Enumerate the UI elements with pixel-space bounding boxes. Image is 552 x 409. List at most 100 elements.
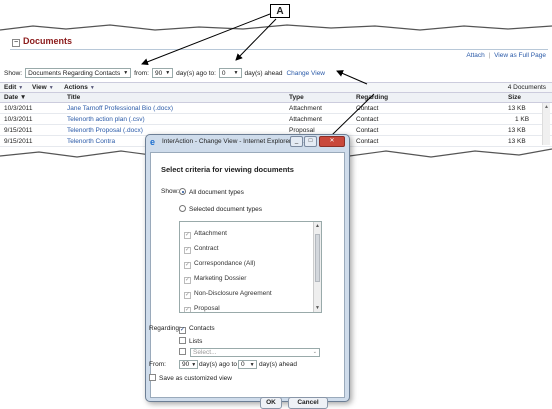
edit-menu[interactable]: Edit ▼ — [4, 84, 23, 91]
checkbox-icon[interactable]: ✓ — [184, 232, 191, 239]
checkbox-icon[interactable]: ✓ — [184, 292, 191, 299]
radio-icon[interactable] — [179, 205, 186, 212]
row-title-link[interactable]: Telenorth action plan (.csv) — [67, 116, 145, 123]
all-types-option[interactable]: All document types — [179, 188, 244, 196]
scroll-down-icon[interactable]: ▼ — [315, 305, 320, 311]
type-item[interactable]: ✓ Contract — [184, 245, 219, 254]
chevron-down-icon: ▼ — [18, 85, 24, 91]
chevron-down-icon: ⌄ — [312, 349, 317, 355]
from-label: from: — [134, 69, 149, 77]
change-view-link[interactable]: Change View — [286, 70, 325, 77]
document-types-list[interactable]: ✓ Attachment ✓ Contract ✓ Correspondance (A… — [179, 221, 322, 313]
scroll-up-icon[interactable]: ▲ — [315, 223, 320, 229]
dialog-heading: Select criteria for viewing documents — [161, 165, 294, 174]
collapse-icon[interactable]: − — [12, 39, 20, 47]
column-size[interactable]: Size — [508, 94, 521, 101]
row-date: 9/15/2011 — [4, 138, 33, 145]
selected-types-option[interactable]: Selected document types — [179, 205, 262, 213]
type-item[interactable]: ✓ Correspondance (All) — [184, 260, 255, 269]
from-days-select[interactable]: 90 ▼ — [179, 360, 198, 369]
column-type[interactable]: Type — [289, 94, 304, 101]
to-days-select[interactable]: 0 ▼ — [238, 360, 257, 369]
table-scrollbar[interactable]: ▲ — [542, 103, 550, 145]
close-button[interactable]: ✕ — [319, 136, 345, 147]
type-item[interactable]: ✓ Non-Disclosure Agreement — [184, 290, 272, 299]
maximize-button[interactable]: □ — [304, 136, 317, 147]
checkbox-icon[interactable] — [149, 374, 156, 381]
show-filter-row: Show: Documents Regarding Contacts ▼ from… — [4, 68, 325, 78]
from-days-value: 90 — [182, 361, 190, 368]
from-select[interactable]: 90 ▼ — [151, 68, 174, 78]
lists-label: Lists — [189, 338, 203, 345]
view-full-page-link[interactable]: View as Full Page — [494, 52, 546, 59]
checkbox-icon[interactable]: ✓ — [184, 247, 191, 254]
type-item[interactable]: ✓ Attachment — [184, 230, 227, 239]
row-date: 9/15/2011 — [4, 127, 33, 134]
actions-menu-label: Actions — [64, 84, 88, 91]
show-select[interactable]: Documents Regarding Contacts ▼ — [25, 68, 132, 78]
dialog-titlebar[interactable]: e InterAction - Change View - Internet E… — [146, 135, 349, 150]
scroll-thumb[interactable] — [315, 234, 320, 282]
save-custom-view-label: Save as customized view — [159, 375, 232, 382]
from-select-value: 90 — [154, 69, 163, 77]
checkbox-icon[interactable]: ✓ — [184, 277, 191, 284]
row-title-link[interactable]: Telenorth Proposal (.docx) — [67, 127, 143, 134]
checkbox-icon[interactable] — [179, 337, 186, 344]
change-view-dialog: e InterAction - Change View - Internet E… — [145, 134, 350, 409]
table-row[interactable]: 10/3/2011 Jane Tarnoff Professional Bio … — [0, 103, 552, 114]
checkbox-icon[interactable]: ✓ — [179, 327, 186, 334]
column-regarding[interactable]: Regarding — [356, 94, 388, 101]
show-label: Show: — [4, 69, 23, 77]
contacts-label: Contacts — [189, 325, 215, 332]
actions-menu[interactable]: Actions ▼ — [64, 84, 95, 91]
to-select[interactable]: 0 ▼ — [218, 68, 242, 78]
row-date: 10/3/2011 — [4, 116, 33, 123]
ok-button[interactable]: OK — [260, 397, 282, 409]
type-label: Contract — [194, 245, 219, 252]
chevron-down-icon: ▼ — [191, 362, 197, 368]
table-row[interactable]: 10/3/2011 Telenorth action plan (.csv) A… — [0, 114, 552, 125]
lists-option[interactable]: Lists — [179, 337, 202, 345]
ahead-label: day(s) ahead — [259, 361, 297, 368]
row-type: Attachment — [289, 105, 322, 112]
attach-link[interactable]: Attach — [466, 52, 484, 59]
row-title-link[interactable]: Jane Tarnoff Professional Bio (.docx) — [67, 105, 173, 112]
view-menu[interactable]: View ▼ — [32, 84, 54, 91]
row-title-link[interactable]: Telenorth Contra — [67, 138, 115, 145]
contacts-option[interactable]: ✓ Contacts — [179, 325, 215, 334]
column-title[interactable]: Title — [67, 94, 80, 101]
cancel-button[interactable]: Cancel — [288, 397, 328, 409]
checkbox-icon[interactable]: ✓ — [184, 307, 191, 312]
edit-menu-label: Edit — [4, 84, 17, 91]
row-size: 1 KB — [515, 116, 530, 123]
regarding-label: Regarding: — [149, 325, 181, 332]
list-select-placeholder: Select... — [193, 349, 217, 356]
chevron-down-icon: ▼ — [48, 85, 54, 91]
list-select[interactable]: Select... ⌄ — [190, 348, 320, 357]
documents-title[interactable]: − Documents — [12, 36, 72, 47]
save-custom-view-option[interactable]: Save as customized view — [149, 374, 232, 382]
link-separator: | — [488, 52, 491, 59]
types-scrollbar[interactable]: ▲ ▼ — [313, 222, 321, 312]
ago-label: day(s) ago to: — [176, 69, 216, 77]
row-type: Attachment — [289, 116, 322, 123]
column-date[interactable]: Date ▼ — [4, 94, 26, 101]
select-list-option — [179, 348, 189, 356]
ahead-label: day(s) ahead — [244, 69, 283, 77]
scroll-up-icon[interactable]: ▲ — [544, 104, 549, 110]
minimize-button[interactable]: _ — [290, 136, 303, 147]
checkbox-icon[interactable]: ✓ — [184, 262, 191, 269]
internet-explorer-icon: e — [150, 137, 156, 147]
type-label: Attachment — [194, 230, 227, 237]
panel-links: Attach | View as Full Page — [466, 52, 546, 59]
to-days-value: 0 — [241, 361, 245, 368]
chevron-down-icon: ▼ — [249, 362, 255, 368]
type-item[interactable]: ✓ Marketing Dossier — [184, 275, 246, 284]
title-divider — [10, 49, 548, 50]
selected-types-label: Selected document types — [189, 206, 262, 213]
type-item[interactable]: ✓ Proposal — [184, 305, 220, 312]
documents-toolbar: Edit ▼ View ▼ Actions ▼ 4 Documents — [0, 82, 552, 93]
checkbox-icon[interactable] — [179, 348, 186, 355]
radio-icon[interactable] — [179, 188, 186, 195]
to-select-value: 0 — [221, 69, 226, 77]
